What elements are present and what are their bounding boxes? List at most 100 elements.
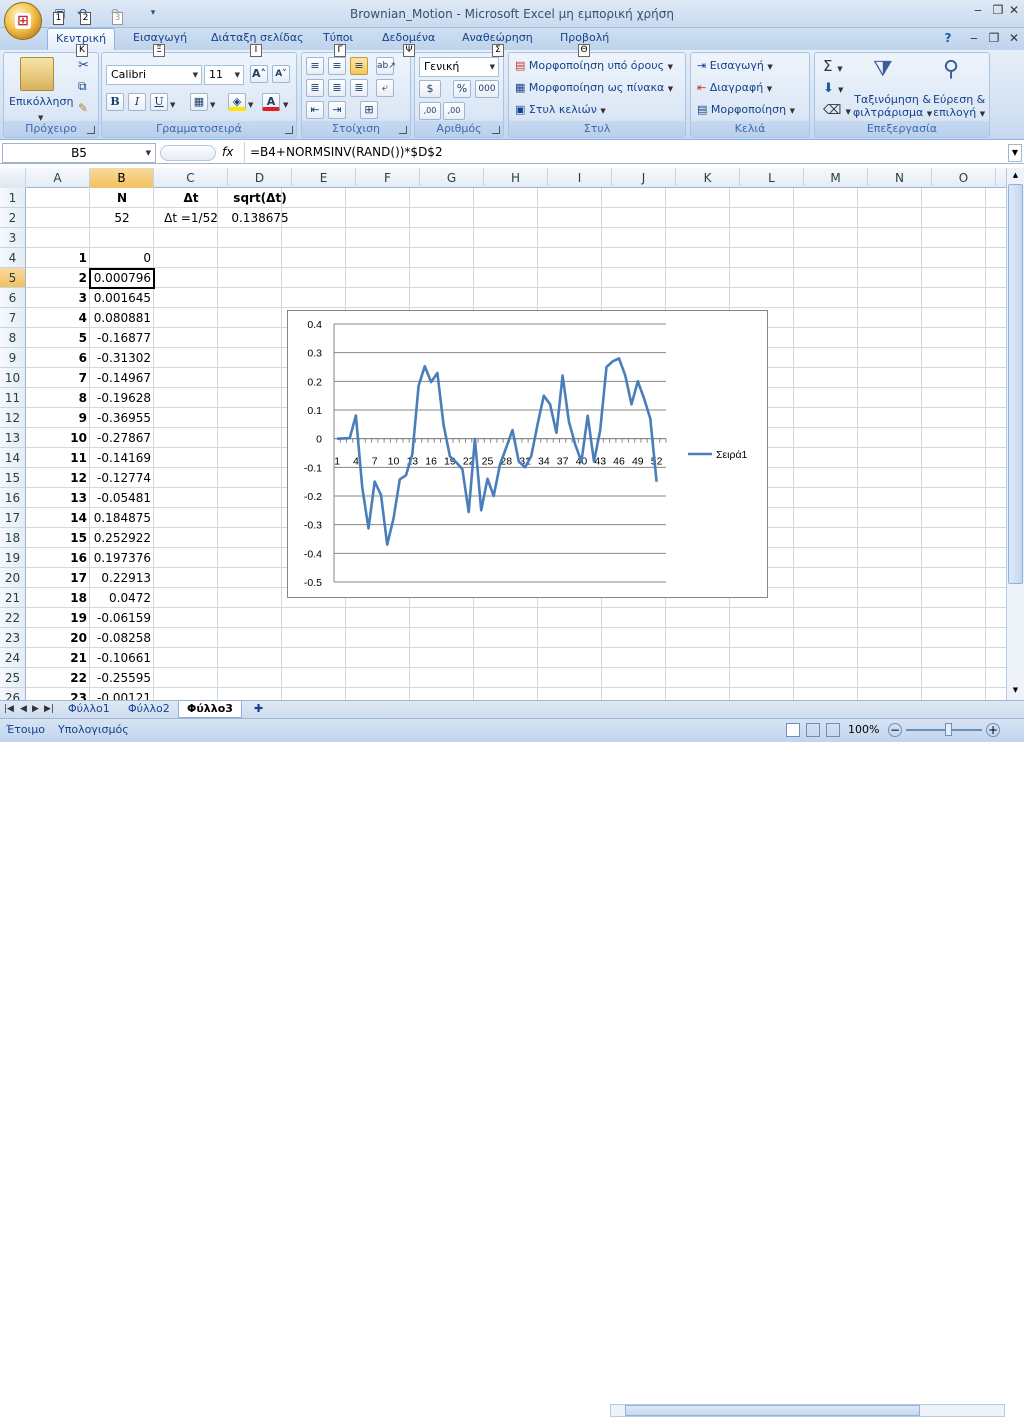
cell-a17[interactable]: 14 [26, 508, 90, 528]
cell-a26[interactable]: 23 [26, 688, 90, 700]
cell-d2[interactable]: 0.138675 [228, 208, 292, 228]
cell-b24[interactable]: -0.10661 [90, 648, 154, 668]
tab-view[interactable]: Προβολή [560, 31, 609, 44]
cell-b6[interactable]: 0.001645 [90, 288, 154, 308]
column-header-a[interactable]: A [26, 168, 90, 188]
cell-b4[interactable]: 0 [90, 248, 154, 268]
tab-data[interactable]: Δεδομένα [382, 31, 435, 44]
cell-b21[interactable]: 0.0472 [90, 588, 154, 608]
cell-b20[interactable]: 0.22913 [90, 568, 154, 588]
row-header-5[interactable]: 5 [0, 268, 26, 288]
align-bottom-icon[interactable]: ≡ [350, 57, 368, 75]
help-icon[interactable]: ? [940, 31, 956, 45]
row-header-12[interactable]: 12 [0, 408, 26, 428]
office-button[interactable]: ⊞ [4, 2, 42, 40]
select-all-corner[interactable] [0, 168, 26, 188]
row-header-4[interactable]: 4 [0, 248, 26, 268]
row-header-6[interactable]: 6 [0, 288, 26, 308]
font-name-select[interactable]: Calibri ▼ [106, 65, 202, 85]
formula-input[interactable]: =B4+NORMSINV(RAND())*$D$2 [250, 145, 443, 159]
horizontal-scroll-thumb[interactable] [625, 1405, 920, 1416]
find-select-icon[interactable]: ⚲ [943, 57, 959, 82]
minimize-icon[interactable]: ‒ [970, 3, 986, 17]
sort-filter-button[interactable]: Ταξινόμηση & φιλτράρισμα ▼ [853, 93, 932, 119]
column-header-k[interactable]: K [676, 168, 740, 188]
font-color-icon[interactable]: A [262, 93, 280, 111]
underline-icon[interactable]: U [150, 93, 168, 111]
restore-icon[interactable]: ❐ [990, 3, 1006, 17]
delete-cells-button[interactable]: ⇤ Διαγραφή ▼ [697, 81, 772, 94]
row-header-7[interactable]: 7 [0, 308, 26, 328]
cell-a14[interactable]: 11 [26, 448, 90, 468]
ribbon-minimize-icon[interactable]: ‒ [966, 31, 982, 45]
column-header-c[interactable]: C [154, 168, 228, 188]
cell-styles-button[interactable]: ▣ Στυλ κελιών ▼ [515, 103, 606, 116]
row-header-8[interactable]: 8 [0, 328, 26, 348]
cell-a25[interactable]: 22 [26, 668, 90, 688]
column-header-o[interactable]: O [932, 168, 996, 188]
cell-b11[interactable]: -0.19628 [90, 388, 154, 408]
number-launcher-icon[interactable] [492, 126, 500, 134]
row-header-14[interactable]: 14 [0, 448, 26, 468]
insert-cells-button[interactable]: ⇥ Εισαγωγή ▼ [697, 59, 773, 72]
currency-icon[interactable]: $ [419, 80, 441, 98]
column-header-g[interactable]: G [420, 168, 484, 188]
tab-review[interactable]: Αναθεώρηση [462, 31, 533, 44]
page-break-view-icon[interactable] [826, 723, 840, 737]
ribbon-close-icon[interactable]: ✕ [1006, 31, 1022, 45]
zoom-in-icon[interactable]: + [986, 723, 1000, 737]
percent-icon[interactable]: % [453, 80, 471, 98]
row-header-25[interactable]: 25 [0, 668, 26, 688]
sheet-tab-3[interactable]: Φύλλο3 [178, 701, 242, 718]
column-header-j[interactable]: J [612, 168, 676, 188]
bold-icon[interactable]: B [106, 93, 124, 111]
copy-icon[interactable]: ⧉ [78, 79, 87, 94]
column-header-n[interactable]: N [868, 168, 932, 188]
format-painter-icon[interactable]: ✎ [78, 101, 88, 115]
font-launcher-icon[interactable] [285, 126, 293, 134]
cell-a20[interactable]: 17 [26, 568, 90, 588]
row-header-17[interactable]: 17 [0, 508, 26, 528]
cell-a10[interactable]: 7 [26, 368, 90, 388]
cell-a16[interactable]: 13 [26, 488, 90, 508]
cell-a19[interactable]: 16 [26, 548, 90, 568]
cell-b9[interactable]: -0.31302 [90, 348, 154, 368]
cell-b23[interactable]: -0.08258 [90, 628, 154, 648]
chart[interactable]: 0.4 0.3 0.2 0.1 0 -0.1 -0.2 -0.3 -0.4 -0.5 1 4 7 10 13… [287, 310, 768, 598]
borders-icon[interactable]: ▦ [190, 93, 208, 111]
decrease-indent-icon[interactable]: ⇤ [306, 101, 324, 119]
column-header-m[interactable]: M [804, 168, 868, 188]
sheet-tab-2[interactable]: Φύλλο2 [120, 701, 178, 718]
cell-a13[interactable]: 10 [26, 428, 90, 448]
close-icon[interactable]: ✕ [1006, 3, 1022, 17]
cell-c2[interactable]: Δt =1/52 [154, 208, 228, 228]
tab-formulas[interactable]: Τύποι [323, 31, 353, 44]
borders-dropdown-icon[interactable]: ▼ [210, 97, 215, 110]
fill-color-dropdown-icon[interactable]: ▼ [248, 97, 253, 110]
cell-d1[interactable]: sqrt(Δt) [228, 188, 292, 208]
cell-a21[interactable]: 18 [26, 588, 90, 608]
row-header-21[interactable]: 21 [0, 588, 26, 608]
alignment-launcher-icon[interactable] [399, 126, 407, 134]
format-as-table-button[interactable]: ▦ Μορφοποίηση ως πίνακα ▼ [515, 81, 673, 94]
orientation-icon[interactable]: ab↗ [376, 57, 396, 75]
align-top-icon[interactable]: ≡ [306, 57, 324, 75]
cell-b12[interactable]: -0.36955 [90, 408, 154, 428]
row-header-3[interactable]: 3 [0, 228, 26, 248]
scroll-down-icon[interactable]: ▼ [1008, 684, 1023, 697]
find-select-button[interactable]: Εύρεση & επιλογή ▼ [933, 93, 985, 119]
zoom-slider-thumb[interactable] [945, 723, 952, 736]
clipboard-launcher-icon[interactable] [87, 126, 95, 134]
prev-sheet-icon[interactable]: ◀ [18, 701, 29, 718]
cell-a18[interactable]: 15 [26, 528, 90, 548]
font-size-select[interactable]: 11 ▼ [204, 65, 244, 85]
column-header-e[interactable]: E [292, 168, 356, 188]
insert-sheet-icon[interactable]: ✚ [246, 701, 271, 718]
align-right-icon[interactable]: ≣ [350, 79, 368, 97]
comma-style-icon[interactable]: 000 [475, 80, 499, 98]
fill-icon[interactable]: ⬇ ▼ [823, 81, 843, 96]
sort-filter-icon[interactable]: ⧩ [873, 57, 893, 82]
cell-a23[interactable]: 20 [26, 628, 90, 648]
sheet-tab-1[interactable]: Φύλλο1 [60, 701, 118, 718]
row-header-22[interactable]: 22 [0, 608, 26, 628]
